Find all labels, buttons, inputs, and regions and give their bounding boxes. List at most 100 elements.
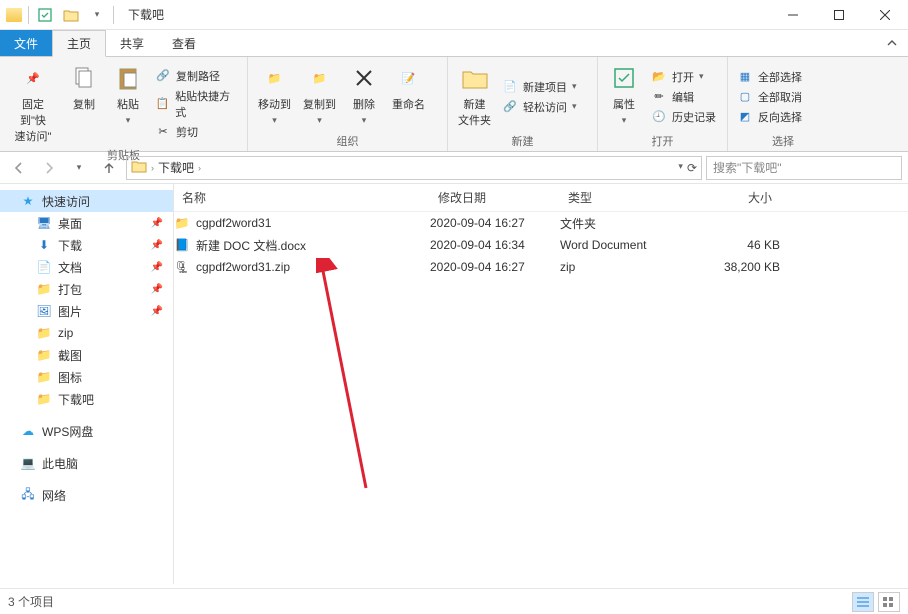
sidebar-item-downloads[interactable]: ⬇下载📌: [0, 234, 173, 256]
sidebar-item-screenshots[interactable]: 📁截图: [0, 344, 173, 366]
pin-to-quick-access-button[interactable]: 📌固定到"快 速访问": [4, 60, 62, 147]
address-dropdown-icon[interactable]: ▾: [678, 161, 683, 175]
ribbon-group-select: ▦全部选择 ▢全部取消 ◩反向选择 选择: [728, 57, 838, 151]
sidebar-item-this-pc[interactable]: 💻此电脑: [0, 452, 173, 474]
icons-view-button[interactable]: [878, 592, 900, 612]
ribbon-group-open: 属性▾ 📂打开▾ ✏编辑 🕘历史记录 打开: [598, 57, 728, 151]
paste-icon: [113, 63, 143, 93]
copy-icon: [69, 63, 99, 93]
address-bar[interactable]: › 下载吧 › ▾ ⟳: [126, 156, 702, 180]
qat-new-folder-icon[interactable]: [61, 5, 81, 25]
group-label: 新建: [452, 133, 593, 151]
sidebar-item-zip[interactable]: 📁zip: [0, 322, 173, 344]
download-icon: ⬇: [36, 237, 52, 253]
pin-icon: 📌: [151, 218, 163, 229]
new-item-button[interactable]: 📄新建项目▾: [497, 77, 582, 97]
open-button[interactable]: 📂打开▾: [646, 67, 721, 87]
minimize-button[interactable]: [770, 0, 816, 30]
crumb-separator-icon[interactable]: ›: [198, 163, 201, 173]
pc-icon: 💻: [20, 455, 36, 471]
details-view-button[interactable]: [852, 592, 874, 612]
quick-access-toolbar: ▾: [0, 5, 120, 25]
properties-button[interactable]: 属性▾: [602, 60, 646, 133]
sidebar-item-quick-access[interactable]: ★快速访问: [0, 190, 173, 212]
nav-up-button[interactable]: [96, 155, 122, 181]
column-size[interactable]: 大小: [680, 189, 780, 206]
pin-icon: 📌: [151, 284, 163, 295]
sidebar-item-pictures[interactable]: 🖼图片📌: [0, 300, 173, 322]
tab-file[interactable]: 文件: [0, 30, 52, 56]
ribbon-tabs: 文件 主页 共享 查看: [0, 30, 908, 56]
desktop-icon: 🖥: [36, 215, 52, 231]
qat-properties-icon[interactable]: [35, 5, 55, 25]
nav-recent-button[interactable]: ▾: [66, 155, 92, 181]
nav-forward-button[interactable]: [36, 155, 62, 181]
file-row[interactable]: 📘新建 DOC 文档.docx 2020-09-04 16:34 Word Do…: [174, 234, 908, 256]
ribbon-toggle-icon[interactable]: [876, 33, 908, 56]
copy-path-button[interactable]: 🔗复制路径: [150, 66, 243, 86]
shortcut-icon: 📋: [155, 96, 170, 112]
rename-button[interactable]: 📝重命名: [386, 60, 431, 133]
pictures-icon: 🖼: [36, 303, 52, 319]
breadcrumb-root[interactable]: 下载吧: [158, 159, 194, 176]
paste-shortcut-button[interactable]: 📋粘贴快捷方式: [150, 86, 243, 122]
copy-to-button[interactable]: 📁复制到▾: [297, 60, 342, 133]
ribbon-group-clipboard: 📌固定到"快 速访问" 复制 粘贴▾ 🔗复制路径 📋粘贴快捷方式 ✂剪切 剪贴板: [0, 57, 248, 151]
invert-selection-button[interactable]: ◩反向选择: [732, 107, 807, 127]
maximize-button[interactable]: [816, 0, 862, 30]
folder-icon: 📁: [36, 281, 52, 297]
close-button[interactable]: [862, 0, 908, 30]
rename-icon: 📝: [394, 63, 424, 93]
cut-button[interactable]: ✂剪切: [150, 122, 243, 142]
sidebar-item-documents[interactable]: 📄文档📌: [0, 256, 173, 278]
chevron-down-icon: ▾: [126, 115, 131, 126]
search-input[interactable]: 搜索"下载吧": [706, 156, 902, 180]
qat-customize-icon[interactable]: ▾: [87, 5, 107, 25]
ribbon-group-organize: 📁移动到▾ 📁复制到▾ 删除▾ 📝重命名 组织: [248, 57, 448, 151]
tab-share[interactable]: 共享: [106, 31, 158, 56]
delete-button[interactable]: 删除▾: [342, 60, 386, 133]
pin-icon: 📌: [151, 262, 163, 273]
sidebar: ★快速访问 🖥桌面📌 ⬇下载📌 📄文档📌 📁打包📌 🖼图片📌 📁zip 📁截图 …: [0, 184, 174, 584]
sidebar-item-icons[interactable]: 📁图标: [0, 366, 173, 388]
copy-button[interactable]: 复制: [62, 60, 106, 147]
main-area: ★快速访问 🖥桌面📌 ⬇下载📌 📄文档📌 📁打包📌 🖼图片📌 📁zip 📁截图 …: [0, 184, 908, 584]
new-folder-icon: [460, 63, 490, 93]
sidebar-item-network[interactable]: 🖧网络: [0, 484, 173, 506]
select-none-button[interactable]: ▢全部取消: [732, 87, 807, 107]
column-name[interactable]: 名称: [174, 189, 430, 206]
sidebar-item-xiazaiba[interactable]: 📁下载吧: [0, 388, 173, 410]
window-controls: [770, 0, 908, 30]
paste-button[interactable]: 粘贴▾: [106, 60, 150, 147]
nav-back-button[interactable]: [6, 155, 32, 181]
title-bar: ▾ 下载吧: [0, 0, 908, 30]
tab-home[interactable]: 主页: [52, 30, 106, 57]
tab-view[interactable]: 查看: [158, 31, 210, 56]
path-icon: 🔗: [155, 68, 171, 84]
column-type[interactable]: 类型: [560, 189, 680, 206]
sidebar-item-wps[interactable]: ☁WPS网盘: [0, 420, 173, 442]
sidebar-item-pack[interactable]: 📁打包📌: [0, 278, 173, 300]
new-folder-button[interactable]: 新建 文件夹: [452, 60, 497, 133]
column-date[interactable]: 修改日期: [430, 189, 560, 206]
file-row[interactable]: 📁cgpdf2word31 2020-09-04 16:27 文件夹: [174, 212, 908, 234]
documents-icon: 📄: [36, 259, 52, 275]
select-all-button[interactable]: ▦全部选择: [732, 67, 807, 87]
status-bar: 3 个项目: [0, 588, 908, 614]
move-to-button[interactable]: 📁移动到▾: [252, 60, 297, 133]
sidebar-item-desktop[interactable]: 🖥桌面📌: [0, 212, 173, 234]
refresh-icon[interactable]: ⟳: [687, 161, 697, 175]
file-row[interactable]: 🗜cgpdf2word31.zip 2020-09-04 16:27 zip 3…: [174, 256, 908, 278]
select-none-icon: ▢: [737, 89, 753, 105]
star-icon: ★: [20, 193, 36, 209]
item-count: 3 个项目: [8, 593, 54, 610]
edit-icon: ✏: [651, 89, 667, 105]
folder-icon: [6, 8, 22, 22]
ribbon: 📌固定到"快 速访问" 复制 粘贴▾ 🔗复制路径 📋粘贴快捷方式 ✂剪切 剪贴板…: [0, 56, 908, 152]
window-title: 下载吧: [128, 6, 164, 23]
history-button[interactable]: 🕘历史记录: [646, 107, 721, 127]
edit-button[interactable]: ✏编辑: [646, 87, 721, 107]
crumb-separator-icon[interactable]: ›: [151, 163, 154, 173]
easy-access-button[interactable]: 🔗轻松访问▾: [497, 97, 582, 117]
pin-icon: 📌: [151, 306, 163, 317]
